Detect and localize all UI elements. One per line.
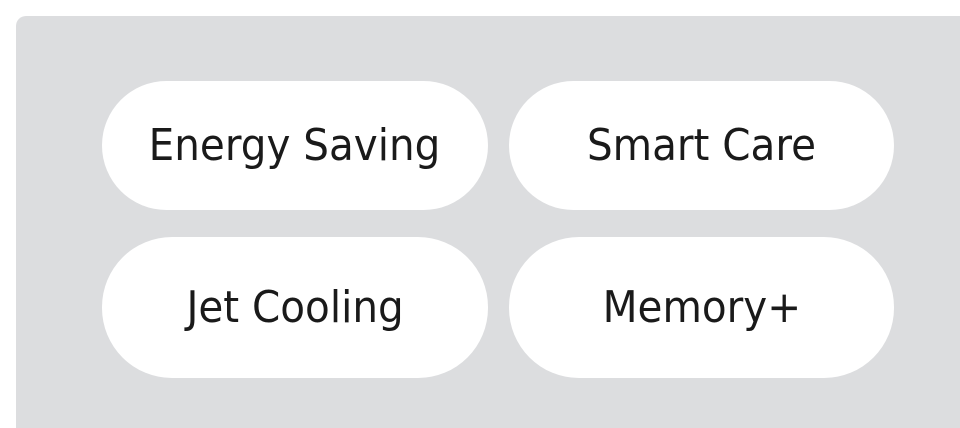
feature-panel: Energy Saving Smart Care Jet Cooling Mem… xyxy=(16,16,960,428)
jet-cooling-button[interactable]: Jet Cooling xyxy=(102,237,488,378)
memory-plus-button[interactable]: Memory+ xyxy=(509,237,894,378)
memory-plus-label: Memory+ xyxy=(602,282,801,333)
smart-care-button[interactable]: Smart Care xyxy=(509,81,894,210)
energy-saving-label: Energy Saving xyxy=(149,120,441,171)
smart-care-label: Smart Care xyxy=(586,120,817,171)
energy-saving-button[interactable]: Energy Saving xyxy=(102,81,488,210)
jet-cooling-label: Jet Cooling xyxy=(186,282,404,333)
